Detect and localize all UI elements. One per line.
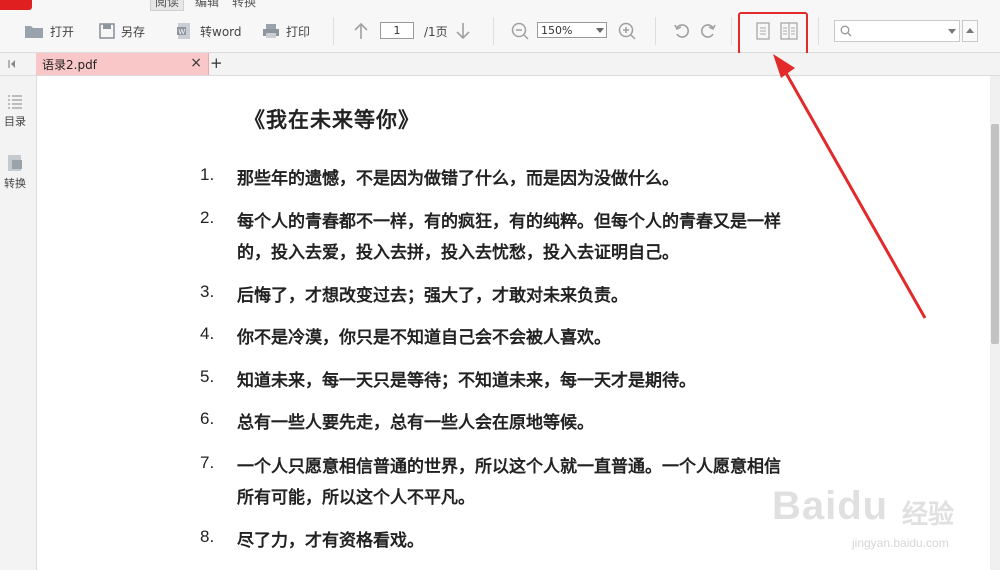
save-icon (99, 23, 115, 39)
watermark-url: jingyan.baidu.com (852, 536, 949, 550)
menu-bar: 阅读 编辑 转换 (0, 0, 1000, 11)
side-item-toc[interactable]: 目录 (0, 94, 30, 129)
zoom-out-icon (511, 22, 529, 40)
document-tab[interactable]: 语录2.pdf × (36, 53, 209, 75)
folder-icon (25, 26, 43, 38)
list-item-line: 总有一些人要先走，总有一些人会在原地等候。 (237, 413, 594, 433)
toolbar-divider (333, 17, 334, 45)
list-item-line: 尽了力，才有资格看戏。 (237, 531, 424, 551)
list-item-line: 一个人只愿意相信普通的世界，所以这个人就一直普通。一个人愿意相信 (237, 457, 781, 477)
list-icon (8, 95, 22, 109)
list-item-line: 的，投入去爱，投入去拼，投入去忧愁，投入去证明自己。 (237, 243, 679, 263)
annotation-highlight-box (738, 12, 808, 55)
toolbar-divider (818, 17, 819, 45)
chevron-down-icon[interactable] (948, 29, 956, 34)
print-button[interactable]: 打印 (262, 20, 310, 42)
toolbar-divider (731, 17, 732, 45)
collapse-panel-icon[interactable] (6, 57, 20, 71)
zoom-in-button[interactable] (616, 20, 638, 42)
search-prev-button[interactable] (962, 20, 978, 42)
document-title: 《我在未来等你》 (244, 107, 420, 132)
rotate-right-icon (701, 24, 716, 38)
list-item-number: 7. (200, 453, 215, 472)
printer-icon (263, 24, 279, 38)
rotate-left-icon (674, 24, 689, 38)
toolbar-divider (493, 17, 494, 45)
search-input[interactable] (834, 20, 960, 42)
scrollbar-thumb[interactable] (991, 124, 999, 344)
list-item-number: 2. (200, 208, 215, 227)
document-tab-label: 语录2.pdf (42, 58, 97, 72)
convert-icon (8, 155, 22, 171)
tab-bar: 语录2.pdf × + (0, 53, 1000, 76)
open-button[interactable]: 打开 (24, 20, 74, 42)
watermark-brand-cn: 经验 (902, 500, 955, 530)
page-total: /1页 (424, 25, 448, 39)
list-item-number: 3. (200, 282, 215, 301)
zoom-out-button[interactable] (509, 20, 531, 42)
list-item-number: 4. (200, 324, 215, 343)
rotate-right-button[interactable] (697, 20, 719, 42)
list-item-number: 5. (200, 367, 215, 386)
vertical-scrollbar[interactable] (990, 76, 1000, 570)
toolbar-divider (655, 17, 656, 45)
svg-text:W: W (179, 29, 186, 36)
zoom-in-icon (618, 22, 636, 40)
zoom-select[interactable]: 150% (537, 22, 607, 38)
menu-tab-read[interactable]: 阅读 (150, 0, 185, 11)
menu-tab-convert[interactable]: 转换 (228, 0, 260, 10)
to-word-button[interactable]: W 转word (176, 20, 242, 42)
menu-tab-edit[interactable]: 编辑 (191, 0, 223, 10)
list-item-line: 知道未来，每一天只是等待；不知道未来，每一天才是期待。 (237, 371, 696, 391)
app-logo (0, 0, 32, 10)
rotate-left-button[interactable] (671, 20, 693, 42)
word-icon: W (177, 23, 190, 39)
side-item-convert[interactable]: 转换 (0, 154, 30, 191)
list-item-number: 8. (200, 527, 215, 546)
chevron-up-icon (966, 28, 974, 33)
list-item-line: 所有可能，所以这个人不平凡。 (237, 488, 475, 508)
page-down-button[interactable] (452, 20, 474, 42)
new-tab-button[interactable]: + (210, 54, 223, 72)
page-up-button[interactable] (350, 20, 372, 42)
list-item-number: 1. (200, 165, 215, 184)
list-item-line: 后悔了，才想改变过去；强大了，才敢对未来负责。 (237, 286, 628, 306)
page-number-input[interactable]: 1 (380, 22, 414, 39)
list-item-number: 6. (200, 409, 215, 428)
search-icon (840, 25, 852, 37)
watermark-brand: Baidu (772, 484, 889, 528)
watermark: Baidu 经验 jingyan.baidu.com (762, 480, 962, 560)
list-item-line: 你不是冷漠，你只是不知道自己会不会被人喜欢。 (237, 328, 611, 348)
side-panel: 目录 转换 (0, 76, 37, 570)
list-item-line: 每个人的青春都不一样，有的疯狂，有的纯粹。但每个人的青春又是一样 (237, 212, 781, 232)
arrow-down-icon (456, 23, 470, 40)
arrow-up-icon (354, 22, 368, 39)
list-item-line: 那些年的遗憾，不是因为做错了什么，而是因为没做什么。 (237, 169, 679, 189)
chevron-down-icon (596, 28, 604, 33)
close-icon[interactable]: × (190, 55, 202, 71)
save-as-button[interactable]: 另存 (99, 20, 145, 42)
